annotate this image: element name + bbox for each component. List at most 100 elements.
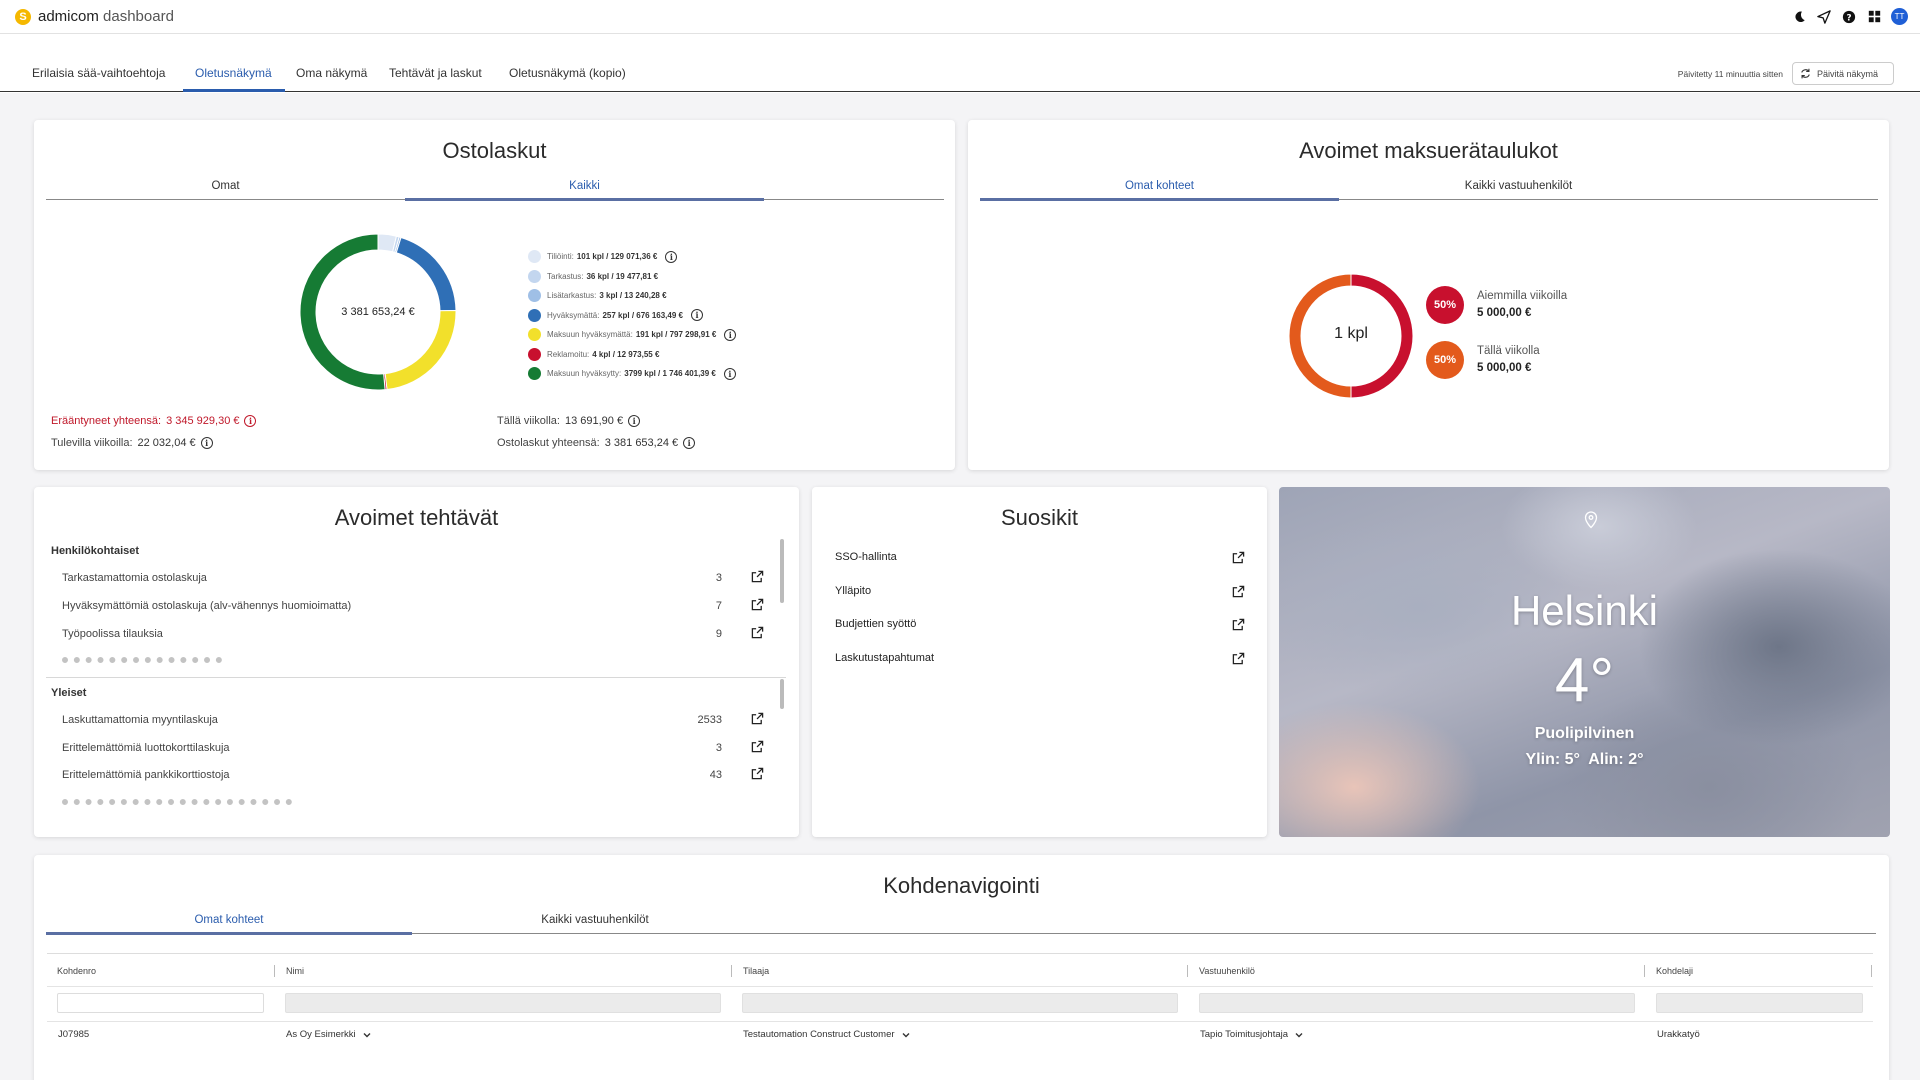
chevron-down-icon[interactable] <box>901 1030 911 1040</box>
external-link-icon[interactable] <box>1232 652 1245 668</box>
filter-kohdenro[interactable] <box>57 993 264 1013</box>
task-row[interactable]: Laskuttamattomia myyntilaskuja 2533 <box>62 711 764 731</box>
column-divider[interactable] <box>274 965 275 977</box>
cutoff-row <box>62 799 764 805</box>
info-icon[interactable]: i <box>683 437 696 449</box>
donut-slice-hyväksymättä[interactable] <box>395 236 456 312</box>
legend-item[interactable]: Tarkastus: 36 kpl / 19 477,81 € <box>528 269 658 283</box>
refresh-button[interactable]: Päivitä näkymä <box>1792 62 1894 85</box>
info-icon[interactable]: i <box>690 309 703 321</box>
kohdenavigointi-title: Kohdenavigointi <box>883 873 1040 898</box>
cell-vastuuhenkilo[interactable]: Tapio Toimitusjohtaja <box>1200 1029 1304 1040</box>
tab-tehtavat-ja-laskut[interactable]: Tehtävät ja laskut <box>389 66 482 80</box>
info-icon[interactable]: i <box>244 415 257 427</box>
external-link-icon[interactable] <box>751 598 764 614</box>
external-link-icon[interactable] <box>751 712 764 728</box>
legend-item[interactable]: Maksuun hyväksymättä: 191 kpl / 797 298,9… <box>528 328 737 341</box>
legend-item[interactable]: Maksuun hyväksytty: 3799 kpl / 1 746 401,… <box>528 367 736 380</box>
cell-tilaaja[interactable]: Testautomation Construct Customer <box>743 1029 911 1040</box>
info-icon[interactable]: i <box>628 415 641 427</box>
legend-label: Reklamoitu: <box>547 349 590 359</box>
column-nimi[interactable]: Nimi <box>286 966 304 976</box>
tab-oletusnakyma[interactable]: Oletusnäkymä <box>195 66 272 80</box>
column-kohdelaji[interactable]: Kohdelaji <box>1656 966 1693 976</box>
info-icon[interactable]: i <box>665 250 678 263</box>
send-icon[interactable] <box>1816 9 1832 25</box>
favorite-label: Laskutustapahtumat <box>835 651 935 664</box>
tab-omat-kohteet[interactable]: Omat kohteet <box>980 180 1339 192</box>
favorite-item[interactable]: Budjettien syöttö <box>835 618 1245 638</box>
external-link-icon[interactable] <box>1232 551 1245 567</box>
ostolaskut-title: Ostolaskut <box>442 138 547 163</box>
cell-kohdelaji[interactable]: Urakkatyö <box>1657 1029 1700 1040</box>
column-divider[interactable] <box>1187 965 1188 977</box>
refresh-icon <box>1801 68 1810 79</box>
tab-saa-vaihtoehtoja[interactable]: Erilaisia sää-vaihtoehtoja <box>32 66 165 80</box>
external-link-icon[interactable] <box>1232 618 1245 634</box>
moon-icon[interactable] <box>1791 9 1807 25</box>
task-row[interactable]: Tarkastamattomia ostolaskuja 3 <box>62 569 764 589</box>
cell-nimi[interactable]: As Oy Esimerkki <box>286 1029 372 1040</box>
external-link-icon[interactable] <box>751 740 764 756</box>
help-icon[interactable]: ? <box>1841 9 1857 25</box>
upcoming-total: Tulevilla viikoilla: 22 032,04 € i <box>51 437 213 449</box>
weather-condition: Puolipilvinen <box>1534 725 1635 742</box>
donut-center-total: 3 381 653,24 € <box>341 306 415 318</box>
task-row[interactable]: Työpoolissa tilauksia 9 <box>62 625 764 645</box>
info-icon[interactable]: i <box>723 367 736 380</box>
filter-tilaaja[interactable] <box>742 993 1178 1013</box>
tab-omat[interactable]: Omat <box>46 180 405 192</box>
external-link-icon[interactable] <box>751 570 764 586</box>
column-divider[interactable] <box>1644 965 1645 977</box>
external-link-icon[interactable] <box>1232 585 1245 601</box>
tab-omat-kohteet[interactable]: Omat kohteet <box>46 914 412 926</box>
task-row[interactable]: Hyväksymättömiä ostolaskuja (alv-vähenny… <box>62 597 764 617</box>
location-pin-icon <box>1584 511 1598 529</box>
legend-dot <box>528 250 541 263</box>
maksuerat-tabs: Omat kohteet Kaikki vastuuhenkilöt <box>980 180 1878 201</box>
cell-kohdenro[interactable]: J07985 <box>58 1029 89 1040</box>
legend-item[interactable]: Reklamoitu: 4 kpl / 12 973,55 € <box>528 347 659 361</box>
section-divider <box>46 677 786 678</box>
legend-item[interactable]: Tiliöinti: 101 kpl / 129 071,36 € i <box>528 250 678 263</box>
filter-nimi[interactable] <box>285 993 721 1013</box>
task-label: Laskuttamattomia myyntilaskuja <box>62 714 218 726</box>
info-icon[interactable]: i <box>200 437 213 449</box>
maksuerat-title: Avoimet maksuerätaulukot <box>1299 138 1558 163</box>
favorite-item[interactable]: SSO-hallinta <box>835 551 1245 571</box>
avatar[interactable]: TT <box>1891 8 1908 25</box>
task-label: Tarkastamattomia ostolaskuja <box>62 572 207 584</box>
info-icon[interactable]: i <box>724 328 737 341</box>
tab-oletusnakyma-kopio[interactable]: Oletusnäkymä (kopio) <box>509 66 626 80</box>
favorite-item[interactable]: Ylläpito <box>835 585 1245 605</box>
chevron-down-icon[interactable] <box>1294 1030 1304 1040</box>
filter-vastuuhenkilo[interactable] <box>1199 993 1635 1013</box>
column-divider[interactable] <box>731 965 732 977</box>
external-link-icon[interactable] <box>751 767 764 783</box>
apps-grid-icon[interactable] <box>1866 9 1882 25</box>
tab-kaikki-vastuuhenkilot[interactable]: Kaikki vastuuhenkilöt <box>1339 180 1698 192</box>
general-scrollbar[interactable] <box>780 679 784 709</box>
tab-kaikki[interactable]: Kaikki <box>405 180 764 192</box>
task-row[interactable]: Erittelemättömiä pankkikorttiostoja 43 <box>62 766 764 786</box>
donut-slice-maksuun-hyväksymättä[interactable] <box>384 309 456 390</box>
general-section-title: Yleiset <box>51 687 87 699</box>
chevron-down-icon[interactable] <box>362 1030 372 1040</box>
task-row[interactable]: Erittelemättömiä luottokorttilaskuja 3 <box>62 739 764 759</box>
task-count: 43 <box>709 769 722 781</box>
tab-oma-nakyma[interactable]: Oma näkymä <box>296 66 367 80</box>
external-link-icon[interactable] <box>751 626 764 642</box>
column-vastuuhenkilo[interactable]: Vastuuhenkilö <box>1199 966 1255 976</box>
favorite-label: Budjettien syöttö <box>835 618 917 630</box>
column-tilaaja[interactable]: Tilaaja <box>743 966 769 976</box>
legend-item[interactable]: Hyväksymättä: 257 kpl / 676 163,49 € i <box>528 308 703 322</box>
thisweek-value: 13 691,90 € <box>564 415 624 427</box>
filter-kohdelaji[interactable] <box>1656 993 1863 1013</box>
favorite-item[interactable]: Laskutustapahtumat <box>835 652 1245 672</box>
column-divider[interactable] <box>1871 965 1872 977</box>
personal-scrollbar[interactable] <box>780 539 784 603</box>
tab-kaikki-vastuuhenkilot[interactable]: Kaikki vastuuhenkilöt <box>412 914 778 926</box>
column-kohdenro[interactable]: Kohdenro <box>57 966 96 976</box>
task-label: Hyväksymättömiä ostolaskuja (alv-vähenny… <box>62 600 352 612</box>
legend-item[interactable]: Lisätarkastus: 3 kpl / 13 240,28 € <box>528 289 667 302</box>
